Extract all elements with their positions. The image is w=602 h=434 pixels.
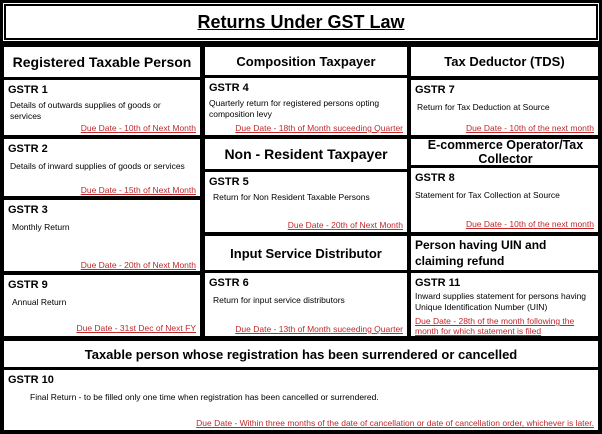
section-uin: Person having UIN and claiming refund	[411, 236, 598, 270]
card-gstr11: GSTR 11 Inward supplies statement for pe…	[411, 273, 598, 336]
gstr8-due: Due Date - 10th of the next month	[465, 219, 594, 229]
gstr9-desc: Annual Return	[12, 297, 67, 307]
gstr1-due: Due Date - 10th of Next Month	[80, 123, 196, 133]
gstr11-due: Due Date - 28th of the month following t…	[415, 316, 575, 336]
gstr7-name: GSTR 7	[415, 84, 455, 96]
gstr11-desc: Inward supplies statement for persons ha…	[415, 291, 587, 312]
section-tds: Tax Deductor (TDS)	[411, 47, 598, 76]
gstr2-desc: Details of inward supplies of goods or s…	[10, 161, 185, 171]
card-gstr4: GSTR 4 Quarterly return for registered p…	[205, 78, 407, 135]
gstr2-name: GSTR 2	[8, 143, 48, 155]
gstr6-name: GSTR 6	[209, 277, 249, 289]
gstr9-name: GSTR 9	[8, 279, 48, 291]
card-gstr9: GSTR 9 Annual Return Due Date - 31st Dec…	[4, 275, 200, 336]
section-composition-label: Composition Taxpayer	[236, 53, 376, 69]
section-non-resident-label: Non - Resident Taxpayer	[224, 146, 388, 162]
section-isd: Input Service Distributor	[205, 236, 407, 270]
gstr11-name: GSTR 11	[415, 277, 461, 289]
gstr9-due: Due Date - 31st Dec of Next FY	[76, 323, 196, 333]
card-gstr3: GSTR 3 Monthly Return Due Date - 20th of…	[4, 200, 200, 271]
gstr8-desc: Statement for Tax Collection at Source	[415, 190, 560, 200]
card-gstr5: GSTR 5 Return for Non Resident Taxable P…	[205, 172, 407, 232]
gstr1-name: GSTR 1	[8, 84, 48, 96]
card-gstr8: GSTR 8 Statement for Tax Collection at S…	[411, 168, 598, 232]
gstr4-due: Due Date - 18th of Month suceeding Quart…	[235, 123, 403, 133]
gstr3-due: Due Date - 20th of Next Month	[80, 260, 196, 270]
gstr5-desc: Return for Non Resident Taxable Persons	[213, 192, 370, 202]
gstr7-due: Due Date - 10th of the next month	[465, 123, 594, 133]
section-uin-label: Person having UIN and claiming refund	[415, 238, 547, 268]
gstr10-name: GSTR 10	[8, 374, 54, 386]
section-tds-label: Tax Deductor (TDS)	[444, 54, 565, 69]
card-gstr6: GSTR 6 Return for input service distribu…	[205, 273, 407, 336]
section-cancelled: Taxable person whose registration has be…	[4, 341, 598, 367]
section-ecommerce: E-commerce Operator/Tax Collector	[411, 139, 598, 165]
card-gstr7: GSTR 7 Return for Tax Deduction at Sourc…	[411, 80, 598, 135]
card-gstr10: GSTR 10 Final Return - to be filled only…	[4, 370, 598, 430]
section-non-resident: Non - Resident Taxpayer	[205, 139, 407, 169]
gstr6-desc: Return for input service distributors	[213, 295, 345, 305]
gstr10-due: Due Date - Within three months of the da…	[196, 418, 594, 428]
gstr5-name: GSTR 5	[209, 176, 249, 188]
section-ecommerce-label: E-commerce Operator/Tax Collector	[427, 139, 584, 165]
gstr4-name: GSTR 4	[209, 82, 249, 94]
gstr5-due: Due Date - 20th of Next Month	[287, 220, 403, 230]
gstr3-name: GSTR 3	[8, 204, 48, 216]
gstr7-desc: Return for Tax Deduction at Source	[417, 102, 550, 112]
section-registered-label: Registered Taxable Person	[12, 54, 192, 70]
card-gstr2: GSTR 2 Details of inward supplies of goo…	[4, 139, 200, 196]
gstr6-due: Due Date - 13th of Month suceeding Quart…	[235, 324, 403, 334]
section-cancelled-label: Taxable person whose registration has be…	[84, 346, 518, 362]
title-box: Returns Under GST Law	[3, 3, 599, 41]
gstr2-due: Due Date - 15th of Next Month	[80, 185, 196, 195]
card-gstr1: GSTR 1 Details of outwards supplies of g…	[4, 80, 200, 135]
gstr10-desc: Final Return - to be filled only one tim…	[30, 392, 379, 402]
gstr3-desc: Monthly Return	[12, 222, 70, 232]
page-title: Returns Under GST Law	[197, 11, 405, 32]
gstr8-name: GSTR 8	[415, 172, 455, 184]
section-composition: Composition Taxpayer	[205, 47, 407, 75]
gstr1-desc: Details of outwards supplies of goods or…	[10, 100, 161, 121]
section-registered: Registered Taxable Person	[4, 47, 200, 77]
section-isd-label: Input Service Distributor	[230, 245, 382, 261]
gstr4-desc: Quarterly return for registered persons …	[209, 98, 380, 119]
